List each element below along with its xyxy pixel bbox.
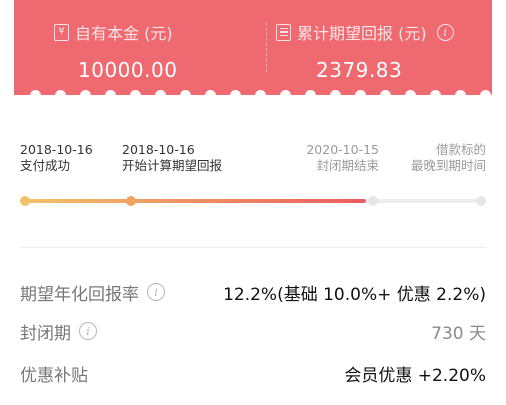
milestone-return-start: 2018-10-16 开始计算期望回报 bbox=[122, 142, 222, 174]
yen-icon: ¥ bbox=[54, 23, 69, 41]
milestone-payment: 2018-10-16 支付成功 bbox=[20, 142, 93, 174]
milestone-date: 借款标的 bbox=[435, 142, 486, 157]
expected-return-section: 累计期望回报 (元) i 2379.83 bbox=[276, 20, 454, 82]
lock-period-row: 封闭期 i 730 天 bbox=[20, 318, 486, 344]
milestone-date: 2020-10-15 bbox=[306, 142, 379, 157]
milestone-desc: 封闭期结束 bbox=[316, 158, 379, 173]
scalloped-edge bbox=[14, 90, 492, 102]
subsidy-label: 优惠补贴 bbox=[20, 365, 88, 386]
subsidy-value: 会员优惠 +2.20% bbox=[344, 365, 486, 386]
rate-label: 期望年化回报率 bbox=[20, 284, 139, 305]
expected-return-label: 累计期望回报 (元) bbox=[297, 24, 427, 43]
principal-section: ¥ 自有本金 (元) 10000.00 bbox=[54, 20, 177, 82]
rate-row: 期望年化回报率 i 12.2%(基础 10.0%+ 优惠 2.2%) bbox=[20, 279, 486, 305]
progress-dot-lock-end bbox=[368, 196, 378, 206]
rate-value: 12.2%(基础 10.0%+ 优惠 2.2%) bbox=[223, 284, 486, 305]
milestone-desc: 最晚到期时间 bbox=[410, 158, 486, 173]
subsidy-row: 优惠补贴 会员优惠 +2.20% bbox=[20, 360, 486, 386]
milestone-latest-maturity: 借款标的 最晚到期时间 bbox=[411, 142, 486, 174]
investment-summary-card: ¥ 自有本金 (元) 10000.00 累计期望回报 (元) i 2379.83 bbox=[14, 0, 492, 95]
info-icon[interactable]: i bbox=[436, 23, 454, 41]
principal-amount: 10000.00 bbox=[78, 58, 178, 82]
progress-dot-payment bbox=[20, 196, 30, 206]
milestone-desc: 支付成功 bbox=[20, 158, 71, 173]
info-icon[interactable]: i bbox=[79, 322, 97, 340]
section-divider bbox=[20, 247, 486, 248]
milestone-date: 2018-10-16 bbox=[122, 142, 195, 157]
milestone-date: 2018-10-16 bbox=[20, 142, 93, 157]
lock-period-value: 730 天 bbox=[431, 323, 486, 344]
progress-fill bbox=[24, 199, 366, 203]
progress-remaining bbox=[366, 199, 482, 203]
document-icon bbox=[276, 23, 291, 41]
milestone-desc: 开始计算期望回报 bbox=[122, 158, 223, 173]
principal-label: 自有本金 (元) bbox=[75, 24, 173, 43]
info-icon[interactable]: i bbox=[147, 283, 165, 301]
progress-dot-maturity bbox=[476, 196, 486, 206]
expected-return-amount: 2379.83 bbox=[316, 58, 403, 82]
lock-period-label: 封闭期 bbox=[20, 323, 71, 344]
progress-dot-return-start bbox=[126, 196, 136, 206]
summary-divider bbox=[266, 22, 267, 72]
milestone-lock-end: 2020-10-15 封闭期结束 bbox=[306, 142, 379, 174]
